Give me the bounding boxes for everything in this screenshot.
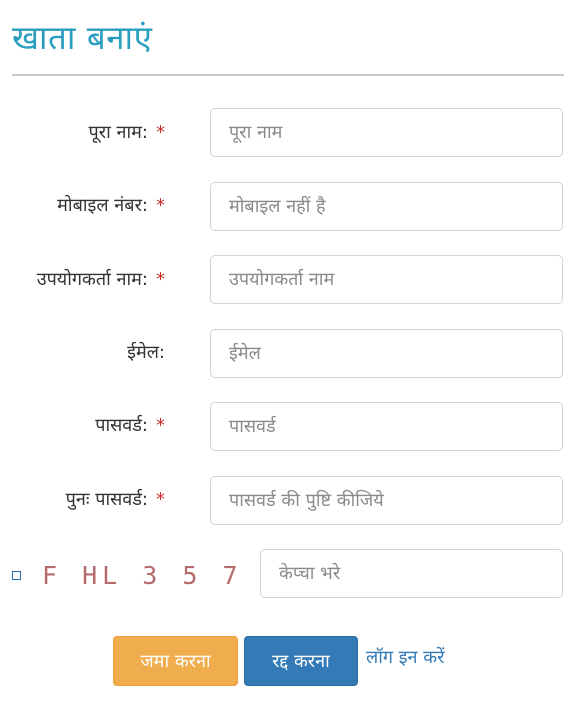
email-label: ईमेल:	[0, 341, 165, 365]
confirm-password-label-text: पुनः पासवर्ड:	[65, 489, 148, 510]
submit-button[interactable]: जमा करना	[113, 636, 238, 686]
full-name-input[interactable]	[210, 108, 563, 157]
captcha-image: F HL 3 5 7	[42, 561, 243, 590]
captcha-refresh-icon[interactable]	[12, 571, 21, 580]
required-marker: *	[156, 195, 165, 216]
required-marker: *	[156, 489, 165, 510]
full-name-label: पूरा नाम: *	[0, 121, 165, 145]
password-label: पासवर्ड: *	[0, 414, 165, 438]
username-input[interactable]	[210, 255, 563, 304]
required-marker: *	[156, 269, 165, 290]
required-marker: *	[156, 415, 165, 436]
login-link[interactable]: लॉग इन करें	[366, 644, 444, 672]
captcha-input[interactable]	[260, 549, 563, 598]
mobile-label-text: मोबाइल नंबर:	[57, 195, 148, 216]
password-label-text: पासवर्ड:	[95, 415, 148, 436]
username-label-text: उपयोगकर्ता नाम:	[36, 269, 148, 290]
email-label-text: ईमेल:	[127, 342, 165, 363]
title-divider	[12, 74, 564, 76]
mobile-label: मोबाइल नंबर: *	[0, 194, 165, 218]
mobile-input[interactable]	[210, 182, 563, 231]
confirm-password-input[interactable]	[210, 476, 563, 525]
password-input[interactable]	[210, 402, 563, 451]
page-title: खाता बनाएं	[12, 18, 153, 57]
email-input[interactable]	[210, 329, 563, 378]
confirm-password-label: पुनः पासवर्ड: *	[0, 488, 165, 512]
required-marker: *	[156, 122, 165, 143]
cancel-button[interactable]: रद्द करना	[244, 636, 358, 686]
username-label: उपयोगकर्ता नाम: *	[0, 268, 165, 292]
full-name-label-text: पूरा नाम:	[88, 122, 148, 143]
